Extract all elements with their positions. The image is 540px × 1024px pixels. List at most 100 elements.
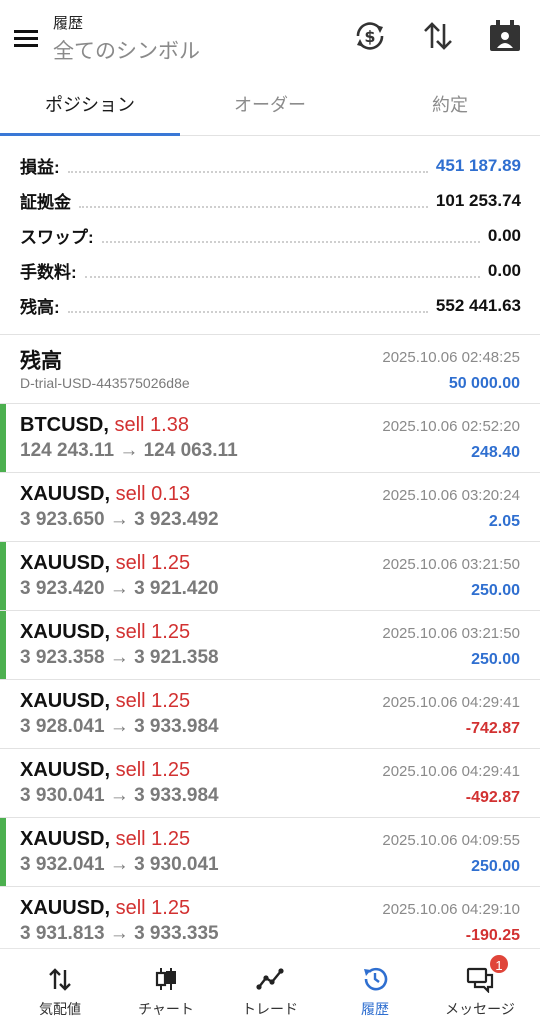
balance-time: 2025.10.06 02:48:25 bbox=[382, 349, 520, 366]
summary-row-margin: 証拠金 101 253.74 bbox=[20, 183, 521, 218]
tab-bar: ポジション オーダー 約定 bbox=[0, 82, 540, 136]
deal-symbol: XAUUSD, bbox=[20, 621, 111, 643]
tab-orders[interactable]: オーダー bbox=[180, 82, 360, 136]
summary-value: 451 187.89 bbox=[435, 155, 521, 175]
deal-prices: 3 923.650 → 3 923.492 bbox=[20, 509, 219, 530]
profit-marker bbox=[0, 404, 6, 472]
leader-dots bbox=[67, 170, 428, 173]
unread-badge: 1 bbox=[488, 953, 510, 975]
profit-marker bbox=[0, 542, 6, 610]
summary-label: スワップ: bbox=[20, 228, 94, 247]
deal-row[interactable]: XAUUSD, sell 1.25 3 932.041 → 3 930.041 20… bbox=[0, 818, 540, 887]
summary-value: 101 253.74 bbox=[435, 190, 521, 210]
summary-value: 552 441.63 bbox=[435, 295, 521, 315]
deal-symbol: XAUUSD, bbox=[20, 483, 111, 505]
profit-marker bbox=[0, 818, 6, 886]
summary-row-commission: 手数料: 0.00 bbox=[20, 253, 521, 288]
chart-icon bbox=[152, 965, 180, 993]
deal-symbol-line: XAUUSD, sell 1.25 bbox=[20, 759, 190, 782]
deal-row[interactable]: XAUUSD, sell 0.13 3 923.650 → 3 923.492 20… bbox=[0, 473, 540, 542]
balance-entry[interactable]: 残高 D-trial-USD-443575026d8e 2025.10.06 0… bbox=[0, 335, 540, 404]
deal-symbol: XAUUSD, bbox=[20, 690, 111, 712]
summary-label: 証拠金 bbox=[20, 193, 71, 212]
deal-row[interactable]: XAUUSD, sell 1.25 3 928.041 → 3 933.984 20… bbox=[0, 680, 540, 749]
nav-history[interactable]: 履歴 bbox=[321, 949, 429, 1024]
summary-value: 0.00 bbox=[487, 260, 521, 280]
tab-positions[interactable]: ポジション bbox=[0, 82, 180, 136]
deal-time: 2025.10.06 02:52:20 bbox=[382, 418, 520, 435]
deal-symbol-line: XAUUSD, sell 1.25 bbox=[20, 828, 190, 851]
calendar-icon[interactable] bbox=[487, 18, 523, 54]
balance-title: 残高 bbox=[20, 350, 62, 373]
deal-row[interactable]: XAUUSD, sell 1.25 3 923.420 → 3 921.420 20… bbox=[0, 542, 540, 611]
deal-symbol: XAUUSD, bbox=[20, 897, 111, 919]
nav-messages[interactable]: 1 メッセージ bbox=[426, 949, 534, 1024]
deal-prices: 3 923.420 → 3 921.420 bbox=[20, 578, 219, 599]
nav-label: チャート bbox=[138, 1001, 194, 1017]
deal-time: 2025.10.06 03:20:24 bbox=[382, 487, 520, 504]
account-summary: 損益: 451 187.89 証拠金 101 253.74 スワップ: 0.00… bbox=[0, 146, 540, 334]
deal-row[interactable]: BTCUSD, sell 1.38 124 243.11 → 124 063.11… bbox=[0, 404, 540, 473]
deal-prices: 3 932.041 → 3 930.041 bbox=[20, 854, 219, 875]
summary-label: 手数料: bbox=[20, 263, 77, 282]
deal-side-volume: sell 1.25 bbox=[115, 759, 191, 781]
deal-row[interactable]: XAUUSD, sell 1.25 3 931.813 → 3 933.335 20… bbox=[0, 887, 540, 956]
summary-row-balance: 残高: 552 441.63 bbox=[20, 288, 521, 323]
deal-row[interactable]: XAUUSD, sell 1.25 3 923.358 → 3 921.358 20… bbox=[0, 611, 540, 680]
deal-profit: 250.00 bbox=[471, 582, 520, 599]
deal-prices: 3 923.358 → 3 921.358 bbox=[20, 647, 219, 668]
deal-profit: 250.00 bbox=[471, 858, 520, 875]
history-icon bbox=[361, 965, 389, 993]
bottom-navigation: 気配値 チャート トレード 履歴 1 メッセージ bbox=[0, 948, 540, 1024]
nav-chart[interactable]: チャート bbox=[112, 949, 220, 1024]
nav-quotes[interactable]: 気配値 bbox=[6, 949, 114, 1024]
deal-symbol: XAUUSD, bbox=[20, 552, 111, 574]
svg-text:$: $ bbox=[364, 27, 375, 46]
leader-dots bbox=[101, 240, 480, 243]
deal-time: 2025.10.06 03:21:50 bbox=[382, 625, 520, 642]
balance-amount: 50 000.00 bbox=[448, 375, 520, 392]
deal-symbol-line: BTCUSD, sell 1.38 bbox=[20, 414, 189, 437]
nav-trade[interactable]: トレード bbox=[216, 949, 324, 1024]
deal-prices: 3 928.041 → 3 933.984 bbox=[20, 716, 219, 737]
tab-deals[interactable]: 約定 bbox=[360, 82, 540, 136]
sort-icon[interactable] bbox=[420, 18, 456, 54]
deal-time: 2025.10.06 03:21:50 bbox=[382, 556, 520, 573]
leader-dots bbox=[67, 310, 428, 313]
deal-time: 2025.10.06 04:29:41 bbox=[382, 763, 520, 780]
nav-label: 履歴 bbox=[361, 1001, 389, 1017]
deal-side-volume: sell 1.25 bbox=[115, 621, 191, 643]
deal-profit: 248.40 bbox=[471, 444, 520, 461]
deal-time: 2025.10.06 04:09:55 bbox=[382, 832, 520, 849]
currency-exchange-icon[interactable]: $ bbox=[352, 18, 388, 54]
deal-symbol: XAUUSD, bbox=[20, 759, 111, 781]
deal-row[interactable]: XAUUSD, sell 1.25 3 930.041 → 3 933.984 20… bbox=[0, 749, 540, 818]
deal-side-volume: sell 1.25 bbox=[115, 552, 191, 574]
deal-symbol-line: XAUUSD, sell 1.25 bbox=[20, 621, 190, 644]
summary-row-profit: 損益: 451 187.89 bbox=[20, 148, 521, 183]
summary-label: 残高: bbox=[20, 298, 60, 317]
summary-label: 損益: bbox=[20, 158, 60, 177]
menu-icon[interactable] bbox=[12, 24, 40, 52]
quotes-icon bbox=[46, 965, 74, 993]
deal-profit: 2.05 bbox=[488, 513, 520, 530]
deal-symbol-line: XAUUSD, sell 1.25 bbox=[20, 552, 190, 575]
nav-label: 気配値 bbox=[39, 1001, 81, 1017]
app-header: 履歴 全てのシンボル $ bbox=[0, 0, 540, 82]
deal-profit: 250.00 bbox=[471, 651, 520, 668]
deal-side-volume: sell 1.25 bbox=[115, 897, 191, 919]
deal-profit: -492.87 bbox=[465, 789, 520, 806]
leader-dots bbox=[84, 275, 480, 278]
leader-dots bbox=[79, 205, 428, 208]
deal-symbol-line: XAUUSD, sell 1.25 bbox=[20, 690, 190, 713]
nav-label: メッセージ bbox=[445, 1001, 515, 1017]
deal-symbol: XAUUSD, bbox=[20, 828, 111, 850]
deal-profit: -190.25 bbox=[465, 927, 520, 944]
deal-time: 2025.10.06 04:29:10 bbox=[382, 901, 520, 918]
deal-prices: 3 930.041 → 3 933.984 bbox=[20, 785, 219, 806]
deal-symbol-line: XAUUSD, sell 0.13 bbox=[20, 483, 190, 506]
summary-value: 0.00 bbox=[487, 225, 521, 245]
deal-side-volume: sell 1.25 bbox=[115, 828, 191, 850]
deal-symbol: BTCUSD, bbox=[20, 414, 109, 436]
symbol-filter[interactable]: 全てのシンボル bbox=[53, 35, 200, 65]
